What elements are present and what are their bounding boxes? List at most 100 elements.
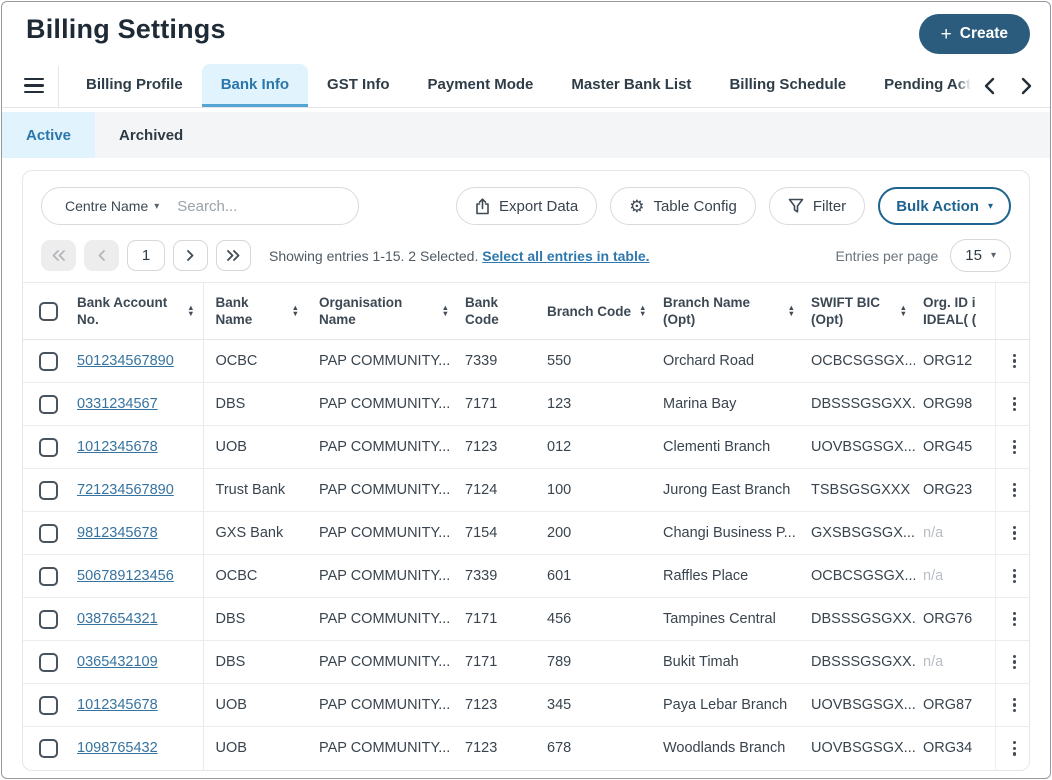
row-actions-kebab-icon[interactable]: [1004, 563, 1026, 589]
sort-icon[interactable]: ▲▼: [639, 305, 646, 318]
organisation-name-cell: PAP COMMUNITY...: [307, 684, 457, 727]
tab-bank-info[interactable]: Bank Info: [202, 64, 308, 107]
row-actions-kebab-icon[interactable]: [1004, 735, 1026, 761]
org-id-cell: ORG98: [915, 383, 995, 426]
row-actions-kebab-icon[interactable]: [1004, 692, 1026, 718]
bank-account-link[interactable]: 721234567890: [77, 482, 174, 498]
filter-icon: [788, 198, 804, 214]
bank-account-link[interactable]: 1012345678: [77, 697, 158, 713]
row-actions-kebab-icon[interactable]: [1004, 520, 1026, 546]
org-id-cell: ORG76: [915, 598, 995, 641]
last-page-button[interactable]: [216, 240, 251, 271]
next-page-button[interactable]: [173, 240, 208, 271]
sort-icon[interactable]: ▲▼: [187, 305, 194, 318]
column-header-org-id: Org. ID i IDEAL( (: [915, 283, 995, 340]
row-checkbox[interactable]: [39, 524, 58, 543]
bank-account-link[interactable]: 0331234567: [77, 396, 158, 412]
tab-billing-schedule[interactable]: Billing Schedule: [710, 64, 865, 107]
tab-payment-mode[interactable]: Payment Mode: [409, 64, 553, 107]
bank-name-cell: OCBC: [203, 555, 307, 598]
sort-icon[interactable]: ▲▼: [292, 305, 299, 318]
table-row: 1012345678 UOB PAP COMMUNITY... 7123 012…: [23, 426, 1029, 469]
search-category-dropdown[interactable]: Centre Name ▾: [65, 198, 159, 214]
tab-billing-profile[interactable]: Billing Profile: [67, 64, 202, 107]
entries-per-page-value: 15: [965, 247, 982, 264]
bank-account-link[interactable]: 501234567890: [77, 353, 174, 369]
row-checkbox[interactable]: [39, 352, 58, 371]
current-page-indicator[interactable]: 1: [127, 240, 165, 271]
branch-code-cell: 012: [539, 426, 655, 469]
swift-bic-cell: TSBSGSGXXX: [803, 469, 915, 512]
tab-bar: Billing ProfileBank InfoGST InfoPayment …: [2, 64, 1050, 108]
table-config-button[interactable]: ⚙ Table Config: [610, 187, 756, 225]
tab-master-bank-list[interactable]: Master Bank List: [552, 64, 710, 107]
row-checkbox[interactable]: [39, 653, 58, 672]
row-actions-kebab-icon[interactable]: [1004, 348, 1026, 374]
table-row: 9812345678 GXS Bank PAP COMMUNITY... 715…: [23, 512, 1029, 555]
tab-scroll-left-button[interactable]: [970, 64, 1008, 107]
subtab-archived[interactable]: Archived: [95, 112, 207, 158]
branch-name-cell: Paya Lebar Branch: [655, 684, 803, 727]
row-checkbox[interactable]: [39, 610, 58, 629]
sort-icon[interactable]: ▲▼: [442, 305, 449, 318]
swift-bic-cell: UOVBSGSGX...: [803, 684, 915, 727]
previous-page-button[interactable]: [84, 240, 119, 271]
bank-name-cell: UOB: [203, 684, 307, 727]
branch-code-cell: 678: [539, 727, 655, 770]
row-checkbox[interactable]: [39, 567, 58, 586]
row-actions-kebab-icon[interactable]: [1004, 434, 1026, 460]
bank-account-link[interactable]: 0387654321: [77, 611, 158, 627]
row-actions-kebab-icon[interactable]: [1004, 649, 1026, 675]
bank-name-cell: GXS Bank: [203, 512, 307, 555]
entries-per-page-label: Entries per page: [836, 248, 939, 264]
select-all-link[interactable]: Select all entries in table.: [482, 248, 649, 264]
select-all-checkbox[interactable]: [39, 302, 58, 321]
table-body: 501234567890 OCBC PAP COMMUNITY... 7339 …: [23, 340, 1029, 770]
branch-name-cell: Changi Business P...: [655, 512, 803, 555]
table-row: 1012345678 UOB PAP COMMUNITY... 7123 345…: [23, 684, 1029, 727]
tab-gst-info[interactable]: GST Info: [308, 64, 409, 107]
row-actions-kebab-icon[interactable]: [1004, 391, 1026, 417]
table-header-row: Bank Account No.▲▼Bank Name▲▼Organisatio…: [23, 283, 1029, 340]
row-checkbox[interactable]: [39, 739, 58, 758]
bank-code-cell: 7171: [457, 641, 539, 684]
bank-account-link[interactable]: 1098765432: [77, 740, 158, 756]
bank-account-link[interactable]: 506789123456: [77, 568, 174, 584]
row-actions-kebab-icon[interactable]: [1004, 606, 1026, 632]
create-button[interactable]: + Create: [919, 14, 1030, 54]
tab-scroll-right-button[interactable]: [1008, 64, 1046, 107]
branch-code-cell: 345: [539, 684, 655, 727]
branch-name-cell: Woodlands Branch: [655, 727, 803, 770]
organisation-name-cell: PAP COMMUNITY...: [307, 598, 457, 641]
branch-name-cell: Bukit Timah: [655, 641, 803, 684]
bank-account-link[interactable]: 0365432109: [77, 654, 158, 670]
row-checkbox[interactable]: [39, 481, 58, 500]
chevron-down-icon: ▾: [154, 201, 159, 212]
entries-per-page-dropdown[interactable]: 15 ▾: [950, 239, 1011, 272]
table-row: 1098765432 UOB PAP COMMUNITY... 7123 678…: [23, 727, 1029, 770]
column-label: Org. ID i IDEAL( (: [923, 294, 987, 328]
sort-icon[interactable]: ▲▼: [788, 305, 795, 318]
row-checkbox[interactable]: [39, 395, 58, 414]
bank-code-cell: 7123: [457, 727, 539, 770]
subtab-active[interactable]: Active: [2, 112, 95, 158]
bank-account-link[interactable]: 9812345678: [77, 525, 158, 541]
search-input[interactable]: [177, 198, 376, 215]
bank-account-link[interactable]: 1012345678: [77, 439, 158, 455]
row-checkbox[interactable]: [39, 696, 58, 715]
table-row: 506789123456 OCBC PAP COMMUNITY... 7339 …: [23, 555, 1029, 598]
organisation-name-cell: PAP COMMUNITY...: [307, 340, 457, 383]
row-actions-kebab-icon[interactable]: [1004, 477, 1026, 503]
filter-button[interactable]: Filter: [769, 187, 865, 225]
filter-label: Filter: [813, 198, 846, 215]
swift-bic-cell: DBSSSGSGXX...: [803, 598, 915, 641]
plus-icon: +: [941, 25, 952, 44]
sort-icon[interactable]: ▲▼: [900, 305, 907, 318]
bulk-action-button[interactable]: Bulk Action ▾: [878, 187, 1011, 225]
first-page-button[interactable]: [41, 240, 76, 271]
organisation-name-cell: PAP COMMUNITY...: [307, 727, 457, 770]
column-label: Bank Name: [216, 294, 284, 328]
menu-icon[interactable]: [18, 64, 52, 107]
export-data-button[interactable]: Export Data: [456, 187, 597, 225]
row-checkbox[interactable]: [39, 438, 58, 457]
